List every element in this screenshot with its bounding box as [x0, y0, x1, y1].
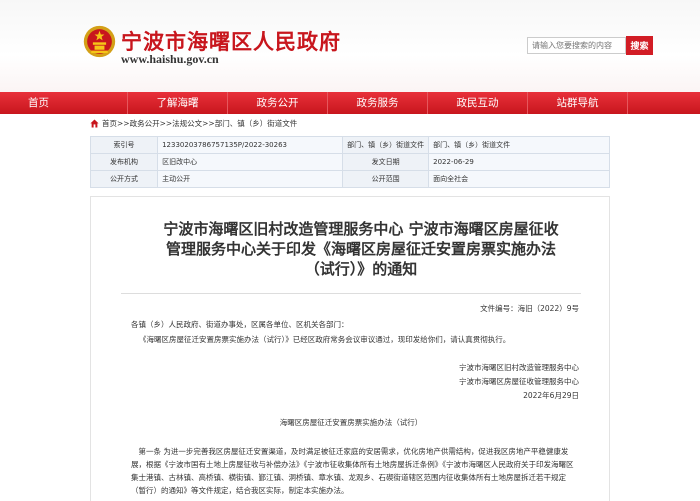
date-value: 2022-06-29: [428, 153, 610, 171]
nav-about[interactable]: 了解海曙: [128, 92, 228, 114]
open-mode-value: 主动公开: [157, 170, 344, 188]
nav-interaction[interactable]: 政民互动: [428, 92, 528, 114]
sign-date: 2022年6月29日: [523, 391, 579, 400]
main-nav: 首页 了解海曙 政务公开 政务服务 政民互动 站群导航: [0, 92, 700, 114]
nav-home[interactable]: 首页: [0, 92, 128, 114]
title-divider: [121, 293, 581, 294]
intro-paragraph: 《海曙区房屋征迁安置房票实施办法（试行）》已经区政府常务会议审议通过，现印发给你…: [139, 335, 511, 344]
page: 宁波市海曙区人民政府 www.haishu.gov.cn 搜索 首页 了解海曙 …: [0, 0, 700, 501]
site-url: www.haishu.gov.cn: [121, 52, 219, 66]
search-input[interactable]: [527, 37, 626, 54]
article-1: 第一条 为进一步完善我区房屋征迁安置渠道，及时满足被征迁家庭的安居需求，优化房地…: [131, 447, 574, 495]
scope-value: 面向全社会: [428, 170, 610, 188]
document-info-table: 索引号 12330203786757135P/2022-30263 部门、镇（乡…: [89, 136, 610, 188]
signer-1: 宁波市海曙区旧村改造管理服务中心: [459, 363, 579, 372]
index-label: 索引号: [89, 136, 159, 154]
breadcrumb: 首页>>政务公开>>法规公文>>部门、镇（乡）街道文件: [90, 118, 297, 129]
signer-2: 宁波市海曙区房屋征收管理服务中心: [459, 377, 579, 386]
nav-site-group[interactable]: 站群导航: [528, 92, 628, 114]
document-content: 宁波市海曙区旧村改造管理服务中心 宁波市海曙区房屋征收管理服务中心关于印发《海曙…: [90, 196, 610, 501]
open-mode-label: 公开方式: [89, 170, 159, 188]
addressee: 各镇（乡）人民政府、街道办事处，区属各单位、区机关各部门：: [131, 320, 349, 329]
document-title: 宁波市海曙区旧村改造管理服务中心 宁波市海曙区房屋征收管理服务中心关于印发《海曙…: [163, 220, 559, 278]
date-label: 发文日期: [342, 153, 430, 171]
home-icon: [90, 119, 99, 128]
nav-gov-services[interactable]: 政务服务: [328, 92, 428, 114]
publisher-value: 区旧改中心: [157, 153, 344, 171]
nav-gov-affairs-open[interactable]: 政务公开: [228, 92, 328, 114]
site-header: 宁波市海曙区人民政府 www.haishu.gov.cn 搜索: [0, 0, 700, 92]
sub-title: 海曙区房屋征迁安置房票实施办法（试行）: [279, 418, 423, 427]
doc-number: 文件编号：海旧（2022）9号: [480, 304, 579, 313]
national-emblem-icon: [83, 25, 116, 58]
search-button[interactable]: 搜索: [626, 36, 653, 55]
org-value: 部门、镇（乡）街道文件: [428, 136, 610, 154]
scope-label: 公开范围: [342, 170, 430, 188]
publisher-label: 发布机构: [89, 153, 159, 171]
org-label: 部门、镇（乡）街道文件: [342, 136, 430, 154]
index-value: 12330203786757135P/2022-30263: [157, 136, 344, 154]
breadcrumb-text[interactable]: 首页>>政务公开>>法规公文>>部门、镇（乡）街道文件: [102, 118, 297, 129]
